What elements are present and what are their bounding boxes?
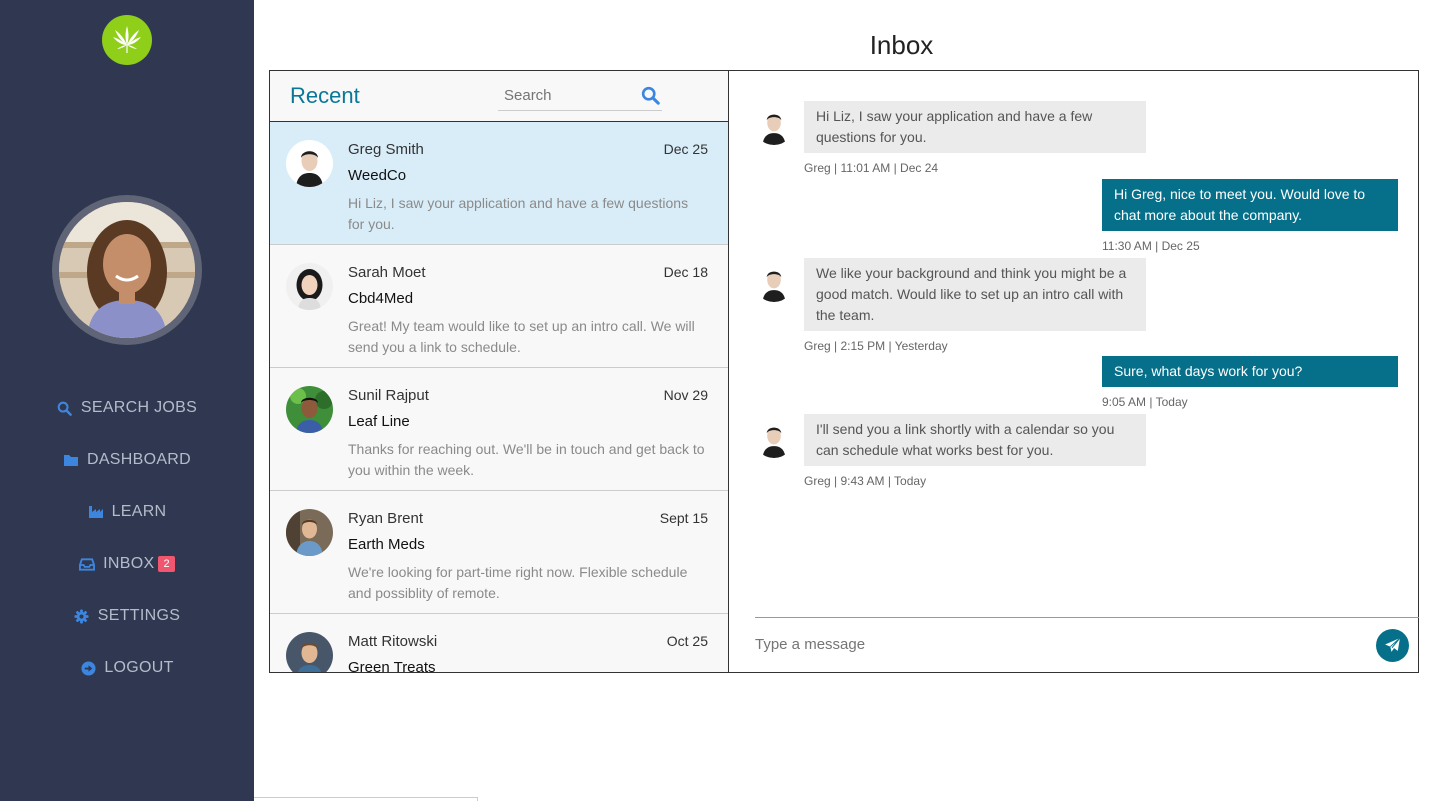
message-meta: 11:30 AM | Dec 25: [1102, 239, 1200, 253]
nav-inbox[interactable]: INBOX 2: [0, 538, 254, 590]
conversation-item[interactable]: Sunil Rajput Nov 29 Leaf Line Thanks for…: [270, 368, 728, 491]
industry-icon: [88, 504, 104, 520]
contact-name: Matt Ritowski: [348, 633, 438, 650]
contact-name: Sunil Rajput: [348, 387, 429, 404]
message-bubble: Hi Greg, nice to meet you. Would love to…: [1102, 179, 1398, 231]
message-preview: Great! My team would like to set up an i…: [348, 318, 695, 355]
nav-label: SEARCH JOBS: [80, 399, 198, 416]
search-button[interactable]: [638, 83, 662, 107]
contact-name: Sarah Moet: [348, 264, 426, 281]
company-name: WeedCo: [348, 167, 407, 184]
nav-label: INBOX: [103, 555, 155, 572]
search-input[interactable]: [498, 81, 628, 109]
conversation-item[interactable]: Sarah Moet Dec 18 Cbd4Med Great! My team…: [270, 245, 728, 368]
conversation-item[interactable]: Greg Smith Dec 25 WeedCo Hi Liz, I saw y…: [270, 122, 728, 245]
company-name: Earth Meds: [348, 536, 425, 553]
message-bubble: Hi Liz, I saw your application and have …: [804, 101, 1146, 153]
company-name: Leaf Line: [348, 413, 410, 430]
inbox-icon: [79, 556, 96, 572]
conversation-date: Dec 18: [663, 264, 708, 280]
conversation-date: Nov 29: [663, 387, 708, 403]
page-title: Inbox: [869, 30, 934, 60]
message-composer: [755, 617, 1419, 672]
contact-name: Greg Smith: [348, 141, 424, 158]
message-sent: Hi Greg, nice to meet you. Would love to…: [1102, 179, 1398, 253]
message-bubble: Sure, what days work for you?: [1102, 356, 1398, 387]
message-received: Hi Liz, I saw your application and have …: [754, 101, 1146, 175]
conversation-date: Oct 25: [666, 633, 708, 649]
message-bubble: I'll send you a link shortly with a cale…: [804, 414, 1146, 466]
contact-name: Ryan Brent: [348, 510, 424, 527]
message-meta: Greg | 2:15 PM | Yesterday: [804, 339, 948, 353]
message-meta: Greg | 9:43 AM | Today: [804, 474, 927, 488]
message-preview: We're looking for part-time right now. F…: [348, 564, 688, 601]
inbox-panel: Recent Greg Smith Dec 25 WeedCo Hi Liz, …: [269, 70, 1419, 673]
nav-settings[interactable]: SETTINGS: [0, 590, 254, 642]
recent-heading: Recent: [290, 83, 360, 108]
sender-avatar: [754, 418, 794, 458]
avatar: [286, 263, 333, 310]
nav-label: DASHBOARD: [86, 451, 192, 468]
company-name: Green Treats: [348, 659, 436, 672]
message-received: I'll send you a link shortly with a cale…: [754, 414, 1146, 488]
logo[interactable]: [102, 15, 152, 65]
chat-thread: Hi Liz, I saw your application and have …: [730, 71, 1419, 672]
sender-avatar: [754, 105, 794, 145]
conversation-item[interactable]: Ryan Brent Sept 15 Earth Meds We're look…: [270, 491, 728, 614]
company-name: Cbd4Med: [348, 290, 414, 307]
send-button[interactable]: [1376, 629, 1409, 662]
message-received: We like your background and think you mi…: [754, 258, 1146, 353]
message-bubble: We like your background and think you mi…: [804, 258, 1146, 331]
avatar: [286, 386, 333, 433]
folder-icon: [63, 452, 79, 468]
inbox-count-badge: 2: [158, 556, 175, 572]
profile-avatar[interactable]: [52, 195, 202, 345]
user-photo: [59, 202, 195, 338]
message-meta: 9:05 AM | Today: [1102, 395, 1188, 409]
arrow-circle-right-icon: [80, 660, 96, 676]
avatar: [286, 140, 333, 187]
sender-avatar: [754, 262, 794, 302]
nav-dashboard[interactable]: DASHBOARD: [0, 434, 254, 486]
avatar: [286, 509, 333, 556]
nav-learn[interactable]: LEARN: [0, 486, 254, 538]
conversation-item[interactable]: Matt Ritowski Oct 25 Green Treats: [270, 614, 728, 672]
message-sent: Sure, what days work for you? 9:05 AM | …: [1102, 356, 1398, 409]
message-meta: Greg | 11:01 AM | Dec 24: [804, 161, 939, 175]
search-box: [498, 81, 662, 111]
conversation-date: Dec 25: [663, 141, 708, 157]
paper-plane-icon: [1385, 637, 1401, 652]
conversation-list-header: Recent: [270, 71, 728, 122]
message-preview: Thanks for reaching out. We'll be in tou…: [348, 441, 705, 478]
conversation-list: Recent Greg Smith Dec 25 WeedCo Hi Liz, …: [270, 71, 729, 672]
nav-label: LOGOUT: [104, 659, 174, 676]
cannabis-leaf-icon: [113, 26, 141, 53]
search-icon: [57, 400, 73, 416]
conversation-date: Sept 15: [659, 510, 708, 526]
message-input[interactable]: [755, 620, 1335, 668]
bottom-edge-strip: [254, 797, 478, 801]
nav-label: SETTINGS: [97, 607, 181, 624]
message-preview: Hi Liz, I saw your application and have …: [348, 195, 689, 232]
avatar: [286, 632, 333, 672]
sidebar-nav: SEARCH JOBS DASHBOARD LEARN INBOX 2 SETT…: [0, 382, 254, 694]
nav-logout[interactable]: LOGOUT: [0, 642, 254, 694]
nav-search-jobs[interactable]: SEARCH JOBS: [0, 382, 254, 434]
search-icon: [641, 86, 660, 105]
nav-label: LEARN: [111, 503, 167, 520]
gear-icon: [74, 608, 90, 624]
sidebar: SEARCH JOBS DASHBOARD LEARN INBOX 2 SETT…: [0, 0, 254, 801]
